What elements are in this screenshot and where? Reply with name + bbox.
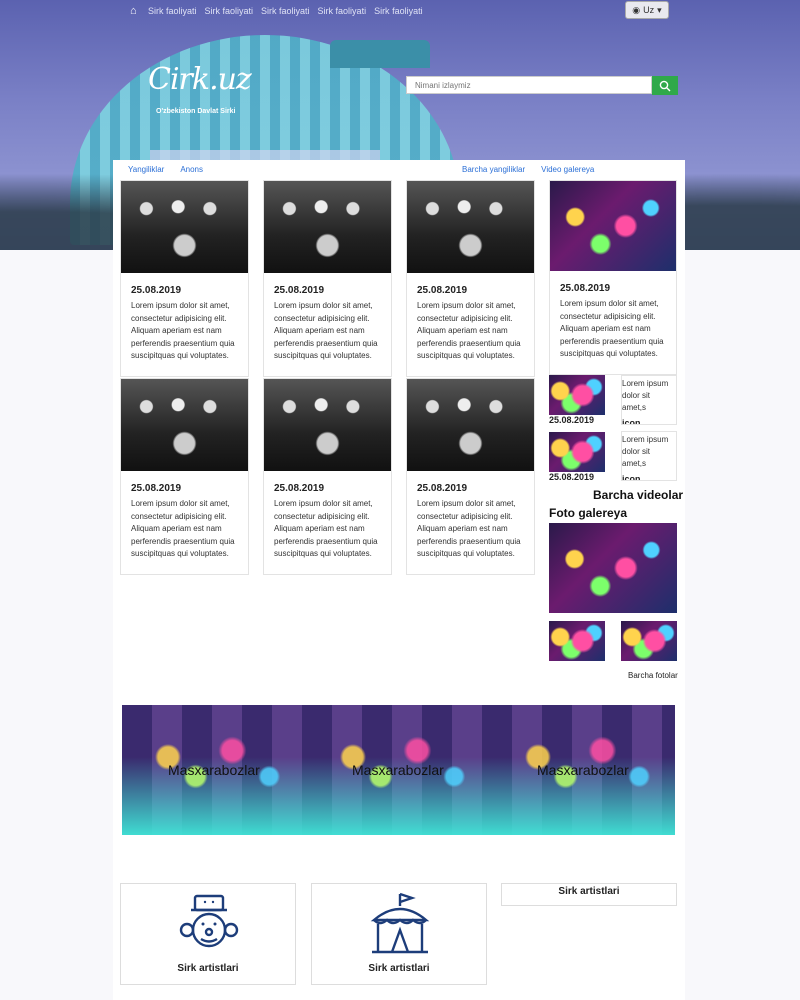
- nav-item[interactable]: Sirk faoliyati: [374, 6, 423, 16]
- video-item-icon-label: icon: [622, 474, 641, 481]
- news-date: 25.08.2019: [417, 483, 468, 494]
- news-card[interactable]: 25.08.2019 Lorem ipsum dolor sit amet, c…: [263, 180, 392, 377]
- home-icon[interactable]: ⌂: [130, 6, 140, 17]
- banner-label: Masxarabozlar: [352, 762, 444, 778]
- circus-dome-top: [330, 40, 430, 68]
- circus-tent-icon: [370, 892, 430, 954]
- video-thumbnail: [550, 181, 676, 271]
- search-icon: [659, 80, 671, 91]
- news-photo: [121, 181, 248, 273]
- news-date: 25.08.2019: [131, 483, 182, 494]
- gallery-photo-small[interactable]: [549, 621, 605, 661]
- site-logo[interactable]: Cirk.uz: [148, 62, 252, 97]
- tab-news[interactable]: Yangiliklar: [128, 165, 164, 174]
- search-button[interactable]: [652, 76, 678, 95]
- news-text: Lorem ipsum dolor sit amet, consectetur …: [131, 499, 235, 558]
- photo-gallery-title: Foto galereya: [549, 506, 628, 520]
- video-date: 25.08.2019: [560, 283, 611, 294]
- video-item-icon-label: icon: [622, 418, 641, 425]
- video-date: 25.08.2019: [549, 472, 595, 482]
- clowns-banner[interactable]: Masxarabozlar Masxarabozlar Masxarabozla…: [122, 705, 675, 835]
- gallery-photo-small[interactable]: [621, 621, 677, 661]
- news-text: Lorem ipsum dolor sit amet, consectetur …: [417, 499, 521, 558]
- all-photos-link[interactable]: Barcha fotolar: [628, 671, 678, 680]
- nav-item[interactable]: Sirk faoliyati: [205, 6, 254, 16]
- banner-label: Masxarabozlar: [537, 762, 629, 778]
- news-photo: [407, 181, 534, 273]
- nav-item[interactable]: Sirk faoliyati: [261, 6, 310, 16]
- feature-label: Sirk artistlari: [177, 963, 239, 974]
- eye-icon: ◉: [632, 4, 641, 15]
- banner-label: Masxarabozlar: [168, 762, 260, 778]
- feature-label: Sirk artistlari: [368, 963, 430, 974]
- video-gallery-link[interactable]: Video galereya: [541, 165, 594, 174]
- video-item-text: Lorem ipsum dolor sit amet,s: [622, 379, 669, 412]
- video-thumbnail-small[interactable]: [549, 375, 605, 415]
- news-photo: [407, 379, 534, 471]
- news-card[interactable]: 25.08.2019 Lorem ipsum dolor sit amet, c…: [406, 180, 535, 377]
- caret-down-icon: ▾: [657, 4, 662, 15]
- language-select[interactable]: ◉ Uz ▾: [625, 1, 669, 19]
- video-item-text: Lorem ipsum dolor sit amet,s: [622, 435, 669, 468]
- top-nav: ⌂ Sirk faoliyati Sirk faoliyati Sirk fao…: [130, 4, 423, 18]
- news-text: Lorem ipsum dolor sit amet, consectetur …: [131, 301, 235, 360]
- feature-box-artists[interactable]: Sirk artistlari: [120, 883, 296, 985]
- news-photo: [264, 379, 391, 471]
- video-main-card[interactable]: 25.08.2019 Lorem ipsum dolor sit amet, c…: [549, 180, 677, 375]
- news-card[interactable]: 25.08.2019 Lorem ipsum dolor sit amet, c…: [263, 378, 392, 575]
- site-subtitle: O'zbekiston Davlat Sirki: [156, 108, 236, 115]
- news-date: 25.08.2019: [417, 285, 468, 296]
- search-input[interactable]: [406, 76, 652, 94]
- nav-item[interactable]: Sirk faoliyati: [318, 6, 367, 16]
- video-thumbnail-small[interactable]: [549, 432, 605, 472]
- news-photo: [264, 181, 391, 273]
- nav-item[interactable]: Sirk faoliyati: [148, 6, 197, 16]
- feature-box-tent[interactable]: Sirk artistlari: [311, 883, 487, 985]
- news-text: Lorem ipsum dolor sit amet, consectetur …: [274, 499, 378, 558]
- video-item-box[interactable]: Lorem ipsum dolor sit amet,s icon: [621, 431, 677, 481]
- news-card[interactable]: 25.08.2019 Lorem ipsum dolor sit amet, c…: [406, 378, 535, 575]
- news-date: 25.08.2019: [131, 285, 182, 296]
- news-date: 25.08.2019: [274, 483, 325, 494]
- news-photo: [121, 379, 248, 471]
- clown-icon: [179, 894, 239, 948]
- all-videos-link[interactable]: Barcha videolar: [593, 488, 683, 502]
- feature-label: Sirk artistlari: [558, 886, 620, 897]
- tab-announcements[interactable]: Anons: [180, 165, 203, 174]
- all-news-link[interactable]: Barcha yangiliklar: [462, 165, 525, 174]
- right-tabs: Barcha yangiliklar Video galereya: [462, 165, 594, 174]
- video-date: 25.08.2019: [549, 415, 595, 425]
- video-item-box[interactable]: Lorem ipsum dolor sit amet,s icon: [621, 375, 677, 425]
- video-text: Lorem ipsum dolor sit amet, consectetur …: [560, 299, 664, 358]
- news-tabs: Yangiliklar Anons: [128, 165, 203, 174]
- news-text: Lorem ipsum dolor sit amet, consectetur …: [417, 301, 521, 360]
- news-text: Lorem ipsum dolor sit amet, consectetur …: [274, 301, 378, 360]
- gallery-photo-large[interactable]: [549, 523, 677, 613]
- news-date: 25.08.2019: [274, 285, 325, 296]
- language-label: Uz: [643, 5, 655, 15]
- news-card[interactable]: 25.08.2019 Lorem ipsum dolor sit amet, c…: [120, 180, 249, 377]
- feature-box-collapsed[interactable]: Sirk artistlari: [501, 883, 677, 906]
- news-card[interactable]: 25.08.2019 Lorem ipsum dolor sit amet, c…: [120, 378, 249, 575]
